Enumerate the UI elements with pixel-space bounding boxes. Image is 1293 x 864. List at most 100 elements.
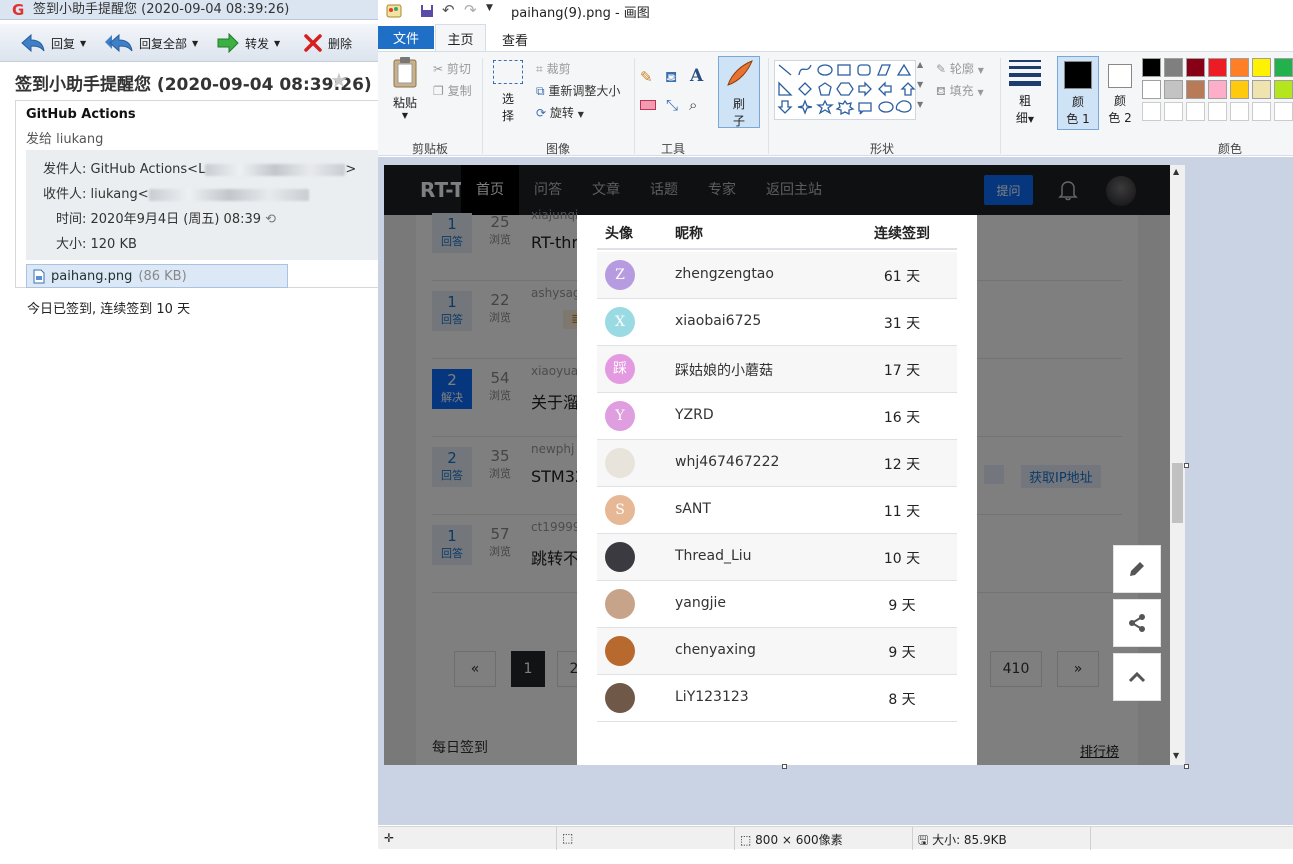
palette-swatch[interactable] xyxy=(1274,58,1293,77)
redo-icon[interactable]: ↷ xyxy=(464,1,477,19)
avatar[interactable]: Z xyxy=(605,260,635,290)
leaderboard-name[interactable]: LiY123123 xyxy=(675,689,749,705)
color2-button[interactable]: 颜 色 2 xyxy=(1100,56,1140,130)
shapes-scroll-up-icon[interactable]: ▲ xyxy=(917,60,923,69)
quick-access-dropdown-icon[interactable]: ▼ xyxy=(486,3,493,13)
avatar[interactable] xyxy=(605,448,635,478)
avatar[interactable]: S xyxy=(605,495,635,525)
palette-swatch[interactable] xyxy=(1142,80,1161,99)
save-icon[interactable] xyxy=(420,4,434,18)
avatar[interactable] xyxy=(605,589,635,619)
crop-button[interactable]: ⌗ 裁剪 xyxy=(536,60,571,77)
history-icon[interactable]: ⟲ xyxy=(265,212,276,227)
resize-handle-corner[interactable] xyxy=(1184,764,1189,769)
delete-button[interactable]: 删除 xyxy=(303,24,352,62)
palette-swatch[interactable] xyxy=(1252,102,1271,121)
tab-file[interactable]: 文件 xyxy=(378,26,434,49)
palette-swatch[interactable] xyxy=(1142,58,1161,77)
color1-button[interactable]: 颜 色 1 xyxy=(1057,56,1099,130)
pencil-icon[interactable]: ✎ xyxy=(640,68,653,86)
palette-swatch[interactable] xyxy=(1186,58,1205,77)
leaderboard-row: chenyaxing 9 天 xyxy=(597,628,957,675)
avatar[interactable] xyxy=(605,636,635,666)
palette-swatch[interactable] xyxy=(1164,102,1183,121)
attachment-item[interactable]: paihang.png (86 KB) xyxy=(26,264,288,288)
leaderboard-row: LiY123123 8 天 xyxy=(597,675,957,722)
cursor-position-icon: ✛ xyxy=(384,831,395,845)
select-button[interactable]: 选 择 xyxy=(492,60,524,124)
leaderboard-header: 头像 昵称 连续签到 xyxy=(597,215,957,250)
palette-swatch[interactable] xyxy=(1230,102,1249,121)
leaderboard-name[interactable]: 踩姑娘的小蘑菇 xyxy=(675,360,773,380)
reply-button[interactable]: 回复 ▼ xyxy=(20,24,86,62)
leaderboard-name[interactable]: Thread_Liu xyxy=(675,548,752,564)
color-picker-icon[interactable]: ⤡ xyxy=(666,96,678,114)
leaderboard-name[interactable]: whj467467222 xyxy=(675,454,779,470)
share-fab[interactable] xyxy=(1113,599,1161,647)
palette-swatch[interactable] xyxy=(1274,102,1293,121)
forward-button[interactable]: 转发 ▼ xyxy=(216,24,280,62)
leaderboard-modal: 头像 昵称 连续签到 Zzhengzengtao 61 天 Xxiaobai6725… xyxy=(577,215,977,765)
palette-swatch[interactable] xyxy=(1252,58,1271,77)
chevron-up-icon xyxy=(1128,671,1146,683)
leaderboard-days: 9 天 xyxy=(888,645,916,661)
size-button[interactable]: 粗 细▼ xyxy=(1006,58,1044,126)
resize-handle-bottom[interactable] xyxy=(782,764,787,769)
color2-label-2: 色 2 xyxy=(1108,111,1132,125)
shapes-gallery[interactable] xyxy=(774,60,916,120)
scroll-up-icon[interactable]: ▲ xyxy=(1173,167,1179,176)
palette-swatch[interactable] xyxy=(1208,58,1227,77)
edit-fab[interactable] xyxy=(1113,545,1161,593)
leaderboard-name[interactable]: sANT xyxy=(675,501,711,517)
leaderboard-name[interactable]: YZRD xyxy=(675,407,714,423)
avatar[interactable]: 踩 xyxy=(605,354,635,384)
share-icon xyxy=(1129,614,1145,632)
mail-window: G 签到小助手提醒您 (2020-09-04 08:39:26) 回复 ▼ 回复全… xyxy=(0,0,380,864)
paste-button[interactable]: 粘贴 ▼ xyxy=(386,56,424,132)
palette-swatch[interactable] xyxy=(1252,80,1271,99)
tab-view[interactable]: 查看 xyxy=(502,30,528,49)
scrollbar-thumb[interactable] xyxy=(1172,463,1183,523)
palette-swatch[interactable] xyxy=(1274,80,1293,99)
shapes-more-icon[interactable]: ▼ xyxy=(917,100,923,109)
palette-swatch[interactable] xyxy=(1186,102,1205,121)
leaderboard-name[interactable]: zhengzengtao xyxy=(675,266,774,282)
avatar[interactable] xyxy=(605,542,635,572)
eraser-icon[interactable] xyxy=(640,100,656,110)
rotate-button[interactable]: ⟳ 旋转 ▼ xyxy=(536,104,584,121)
palette-swatch[interactable] xyxy=(1164,58,1183,77)
resize-icon: ⧉ xyxy=(536,84,545,98)
avatar[interactable]: Y xyxy=(605,401,635,431)
canvas-scrollbar[interactable]: ▲ ▼ xyxy=(1170,165,1185,765)
fill-bucket-icon[interactable]: ⛾ xyxy=(665,68,677,88)
palette-swatch[interactable] xyxy=(1208,80,1227,99)
palette-swatch[interactable] xyxy=(1230,80,1249,99)
avatar[interactable] xyxy=(605,683,635,713)
palette-swatch[interactable] xyxy=(1186,80,1205,99)
star-icon[interactable]: ★ xyxy=(330,68,348,92)
resize-handle-right[interactable] xyxy=(1184,463,1189,468)
fill-button[interactable]: ⛾ 填充 ▼ xyxy=(936,82,984,100)
brushes-button[interactable]: 刷 子 xyxy=(718,56,760,128)
copy-icon: ❐ xyxy=(433,84,444,98)
reply-all-button[interactable]: 回复全部 ▼ xyxy=(104,24,198,62)
undo-icon[interactable]: ↶ xyxy=(442,1,455,19)
resize-button[interactable]: ⧉ 重新调整大小 xyxy=(536,82,620,99)
magnifier-icon[interactable]: ⌕ xyxy=(689,96,697,114)
leaderboard-name[interactable]: chenyaxing xyxy=(675,642,756,658)
palette-swatch[interactable] xyxy=(1230,58,1249,77)
outline-button[interactable]: ✎ 轮廓 ▼ xyxy=(936,60,984,77)
palette-swatch[interactable] xyxy=(1208,102,1227,121)
leaderboard-name[interactable]: xiaobai6725 xyxy=(675,313,761,329)
back-to-top-fab[interactable] xyxy=(1113,653,1161,701)
palette-swatch[interactable] xyxy=(1164,80,1183,99)
copy-button[interactable]: ❐ 复制 xyxy=(433,82,472,99)
scroll-down-icon[interactable]: ▼ xyxy=(1173,751,1179,760)
shapes-scroll-down-icon[interactable]: ▼ xyxy=(917,80,923,89)
text-tool-icon[interactable]: A xyxy=(690,66,703,86)
cut-button[interactable]: ✂ 剪切 xyxy=(433,60,471,77)
tab-home[interactable]: 主页 xyxy=(435,24,486,52)
avatar[interactable]: X xyxy=(605,307,635,337)
leaderboard-name[interactable]: yangjie xyxy=(675,595,726,611)
palette-swatch[interactable] xyxy=(1142,102,1161,121)
